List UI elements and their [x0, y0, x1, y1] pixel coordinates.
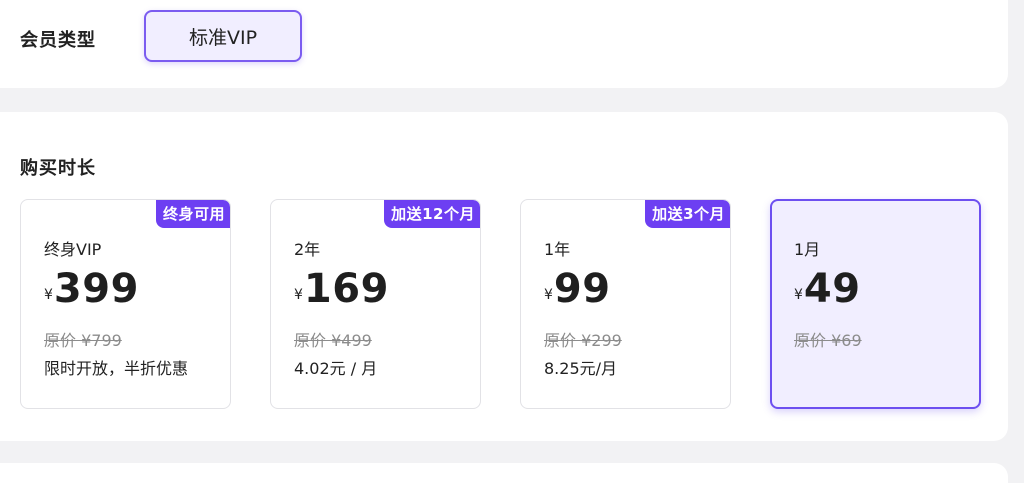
- plan-original-price: 原价 ¥299: [544, 331, 622, 350]
- plan-price: ¥169: [294, 266, 389, 312]
- price-amount: 49: [803, 266, 861, 312]
- plan-name: 1年: [544, 240, 571, 259]
- plan-note: 4.02元 / 月: [294, 359, 378, 378]
- currency-symbol: ¥: [794, 287, 803, 303]
- plan-tag: 加送3个月: [645, 200, 730, 228]
- plan-card-1-year[interactable]: 加送3个月 1年 ¥99 原价 ¥299 8.25元/月: [520, 199, 731, 409]
- plan-note: 限时开放，半折优惠: [44, 359, 189, 378]
- plan-card-lifetime[interactable]: 终身可用 终身VIP ¥399 原价 ¥799 限时开放，半折优惠: [20, 199, 231, 409]
- membership-option-label: 标准VIP: [188, 26, 258, 49]
- purchase-duration-section: 购买时长 终身可用 终身VIP ¥399 原价 ¥799 限时开放，半折优惠 加…: [0, 112, 1008, 441]
- membership-type-label: 会员类型: [20, 30, 96, 51]
- plan-original-price: 原价 ¥69: [794, 331, 862, 350]
- plan-tag: 加送12个月: [384, 200, 480, 228]
- membership-option-standard-vip[interactable]: 标准VIP: [144, 10, 302, 62]
- plan-price: ¥49: [794, 266, 861, 312]
- next-section: [0, 463, 1008, 483]
- currency-symbol: ¥: [544, 287, 553, 303]
- price-amount: 99: [553, 266, 611, 312]
- plan-price: ¥99: [544, 266, 611, 312]
- plan-price: ¥399: [44, 266, 139, 312]
- plan-card-1-month[interactable]: 1月 ¥49 原价 ¥69: [770, 199, 981, 409]
- price-amount: 169: [303, 266, 389, 312]
- plan-card-2-years[interactable]: 加送12个月 2年 ¥169 原价 ¥499 4.02元 / 月: [270, 199, 481, 409]
- plan-tag: 终身可用: [155, 200, 230, 228]
- plan-original-price: 原价 ¥499: [294, 331, 372, 350]
- purchase-duration-label: 购买时长: [20, 158, 96, 179]
- currency-symbol: ¥: [294, 287, 303, 303]
- plan-note: 8.25元/月: [544, 359, 618, 378]
- currency-symbol: ¥: [44, 287, 53, 303]
- membership-type-section: 会员类型 标准VIP: [0, 0, 1008, 88]
- plan-name: 终身VIP: [44, 240, 102, 259]
- plan-name: 2年: [294, 240, 321, 259]
- price-amount: 399: [53, 266, 139, 312]
- plan-name: 1月: [794, 240, 821, 259]
- plan-original-price: 原价 ¥799: [44, 331, 122, 350]
